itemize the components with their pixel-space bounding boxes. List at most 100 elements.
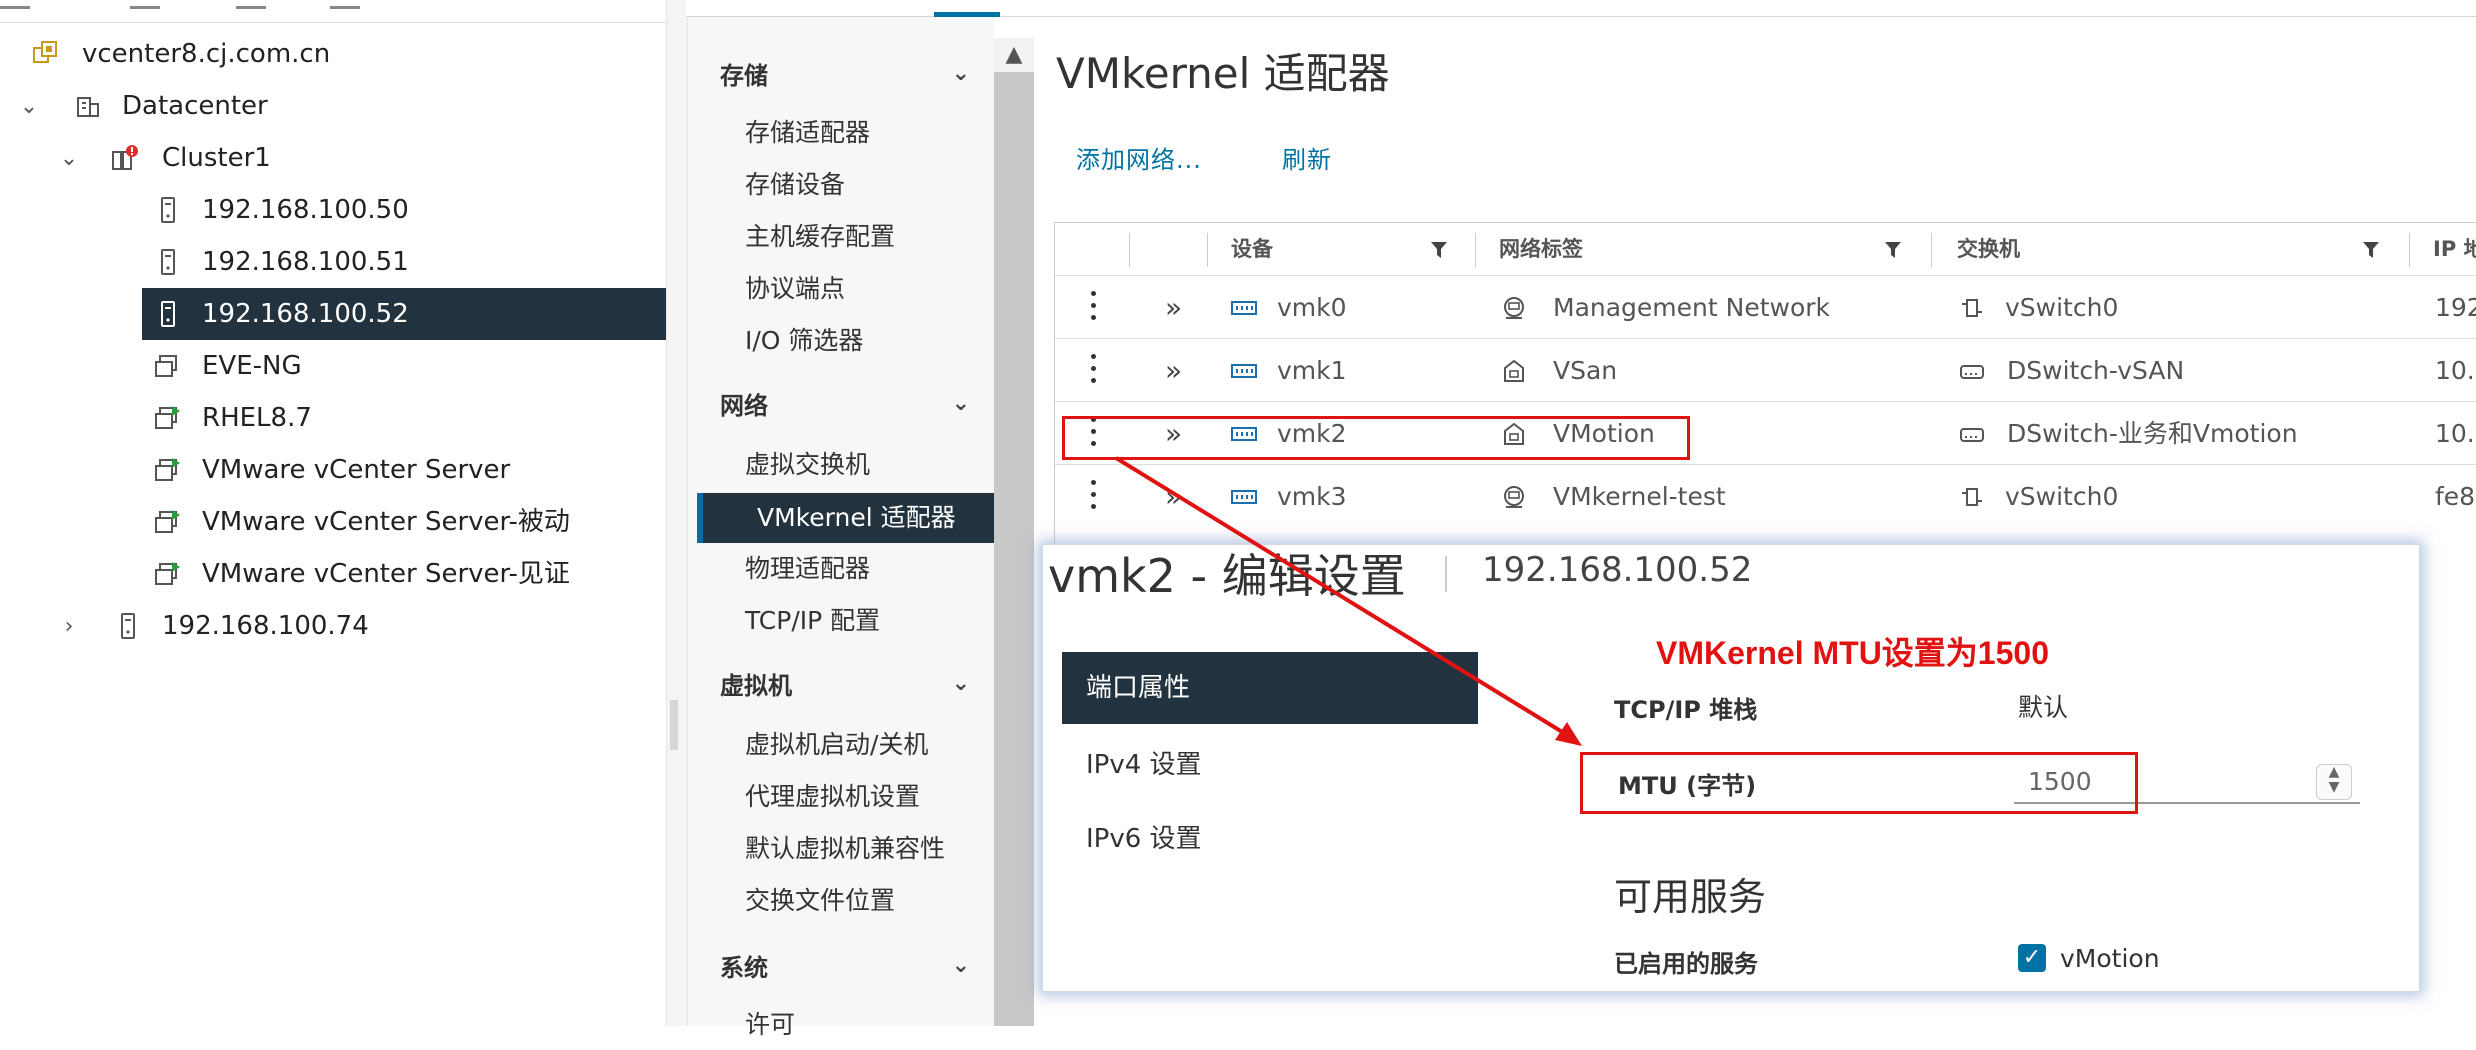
nav-item[interactable]: 默认虚拟机兼容性 <box>745 824 945 874</box>
column-divider <box>1931 233 1932 267</box>
tree-item-host-selected[interactable]: 192.168.100.52 <box>142 288 666 340</box>
tab-port-properties[interactable]: 端口属性 <box>1062 652 1478 724</box>
nav-item[interactable]: 代理虚拟机设置 <box>745 772 920 822</box>
splitter-handle[interactable] <box>670 700 678 750</box>
column-divider <box>1129 233 1130 267</box>
tree-tab-stub[interactable] <box>0 0 30 9</box>
row-actions-icon[interactable] <box>1091 477 1097 513</box>
vmotion-label: vMotion <box>2060 944 2160 973</box>
vm-on-icon <box>155 406 180 429</box>
expand-toggle-icon[interactable]: › <box>54 600 84 652</box>
expand-toggle-icon[interactable]: ⌄ <box>14 80 44 132</box>
mtu-stepper-icon[interactable]: ▲ ▼ <box>2316 764 2352 800</box>
tcpip-stack-label: TCP/IP 堆栈 <box>1614 696 1758 724</box>
tree-tab-stub[interactable] <box>236 0 266 9</box>
row-actions-icon[interactable] <box>1091 288 1097 324</box>
nav-item[interactable]: 存储适配器 <box>745 108 870 158</box>
dialog-title: vmk2 - 编辑设置 <box>1048 549 1406 603</box>
column-divider <box>1475 233 1476 267</box>
tree-item-datacenter[interactable]: ⌄ Datacenter <box>0 80 666 132</box>
add-networking-button[interactable]: 添加网络... <box>1076 140 1202 175</box>
nav-item[interactable]: 主机缓存配置 <box>745 212 895 262</box>
row-expand-icon[interactable]: » <box>1165 465 1182 528</box>
portgroup-icon <box>1504 486 1524 508</box>
tree-item-label: 192.168.100.52 <box>202 299 409 329</box>
expand-toggle-icon[interactable]: ⌄ <box>54 132 84 184</box>
nav-section-title: 虚拟机 <box>720 671 792 700</box>
cell-network-label: VSan <box>1553 356 1618 385</box>
tree-item-vcenter[interactable]: vcenter8.cj.com.cn <box>0 28 666 80</box>
nav-item[interactable]: 物理适配器 <box>745 544 870 594</box>
nav-item-vmkernel-adapters[interactable]: VMkernel 适配器 <box>697 493 994 543</box>
filter-icon[interactable] <box>1885 242 1901 258</box>
nav-item[interactable]: 虚拟交换机 <box>745 440 870 490</box>
pane-splitter[interactable] <box>666 0 688 1026</box>
active-tab-indicator[interactable] <box>934 12 1000 17</box>
tree-item-label: 192.168.100.74 <box>162 611 369 641</box>
tree-item-host[interactable]: 192.168.100.50 <box>0 184 666 236</box>
cell-switch: vSwitch0 <box>2005 293 2119 322</box>
nav-item[interactable]: 协议端点 <box>745 264 845 314</box>
tree-item-label: 192.168.100.50 <box>202 195 409 225</box>
tree-item-vm[interactable]: RHEL8.7 <box>0 392 666 444</box>
nav-item[interactable]: TCP/IP 配置 <box>745 596 880 646</box>
nav-section-vm[interactable]: 虚拟机 ⌄ <box>720 658 980 708</box>
column-header-switch[interactable]: 交换机 <box>1957 223 2020 275</box>
tab-ipv6-settings[interactable]: IPv6 设置 <box>1086 818 1202 855</box>
vcenter-icon <box>33 41 57 63</box>
nav-section-storage[interactable]: 存储 ⌄ <box>720 48 980 98</box>
cell-device[interactable]: vmk0 <box>1277 276 1347 339</box>
tree-tab-stub[interactable] <box>130 0 160 9</box>
table-row[interactable]: » vmk3 VMkernel-test vSwitch0 fe8 <box>1055 464 2476 528</box>
annotation-highlight-vmk2-row <box>1062 416 1690 460</box>
vmotion-checkbox[interactable]: ✓ <box>2018 944 2046 972</box>
cluster-warning-icon <box>112 145 138 170</box>
tree-tab-stub[interactable] <box>330 0 360 9</box>
column-header-ip[interactable]: IP 地 <box>2433 223 2476 275</box>
tree-item-host[interactable]: › 192.168.100.74 <box>0 600 666 652</box>
table-row[interactable]: » vmk1 VSan DSwitch-vSAN 10.0 <box>1055 338 2476 402</box>
tree-item-vm[interactable]: VMware vCenter Server-见证 <box>0 548 666 600</box>
tree-item-label: EVE-NG <box>202 351 302 381</box>
refresh-button[interactable]: 刷新 <box>1282 140 1332 175</box>
nav-item[interactable]: 存储设备 <box>745 160 845 210</box>
tree-item-label: Datacenter <box>122 91 268 121</box>
nav-scrollbar[interactable] <box>994 40 1034 1026</box>
host-icon <box>161 197 175 223</box>
inventory-tree: vcenter8.cj.com.cn ⌄ Datacenter ⌄ Cluste… <box>0 0 667 1026</box>
column-header-network-label[interactable]: 网络标签 <box>1499 223 1583 275</box>
tree-item-vm[interactable]: EVE-NG <box>0 340 666 392</box>
cell-ip: 10.0 <box>2435 419 2476 448</box>
nav-section-network[interactable]: 网络 ⌄ <box>720 378 980 428</box>
tcpip-stack-value: 默认 <box>2018 693 2069 722</box>
nav-item[interactable]: I/O 筛选器 <box>745 316 863 366</box>
filter-icon[interactable] <box>1431 242 1447 258</box>
filter-icon[interactable] <box>2363 242 2379 258</box>
scroll-up-icon[interactable]: ▲ <box>994 38 1034 72</box>
tree-item-vm[interactable]: VMware vCenter Server <box>0 444 666 496</box>
vmkernel-nic-icon <box>1231 301 1257 315</box>
datacenter-icon <box>77 97 99 117</box>
chevron-down-icon: ⌄ <box>951 952 970 978</box>
table-row[interactable]: » vmk0 Management Network vSwitch0 192 <box>1055 275 2476 339</box>
tab-ipv4-settings[interactable]: IPv4 设置 <box>1086 744 1202 781</box>
nav-item[interactable]: 虚拟机启动/关机 <box>745 720 928 770</box>
nav-item[interactable]: 许可 <box>745 1000 795 1050</box>
enabled-services-label: 已启用的服务 <box>1614 950 1758 978</box>
tree-item-host[interactable]: 192.168.100.51 <box>0 236 666 288</box>
column-header-device[interactable]: 设备 <box>1231 223 1273 275</box>
host-icon <box>161 249 175 275</box>
host-icon <box>121 613 135 639</box>
tree-item-vm[interactable]: VMware vCenter Server-被动 <box>0 496 666 548</box>
row-actions-icon[interactable] <box>1091 351 1097 387</box>
cell-device[interactable]: vmk3 <box>1277 465 1347 528</box>
nav-item[interactable]: 交换文件位置 <box>745 876 895 926</box>
dialog-host: 192.168.100.52 <box>1482 550 1753 590</box>
nav-section-system[interactable]: 系统 ⌄ <box>720 940 980 990</box>
tree-item-cluster1[interactable]: ⌄ Cluster1 <box>0 132 666 184</box>
row-expand-icon[interactable]: » <box>1165 276 1182 339</box>
cell-device[interactable]: vmk1 <box>1277 339 1347 402</box>
cell-switch: DSwitch-vSAN <box>2007 356 2185 385</box>
row-expand-icon[interactable]: » <box>1165 339 1182 402</box>
nav-section-title: 网络 <box>720 391 768 420</box>
